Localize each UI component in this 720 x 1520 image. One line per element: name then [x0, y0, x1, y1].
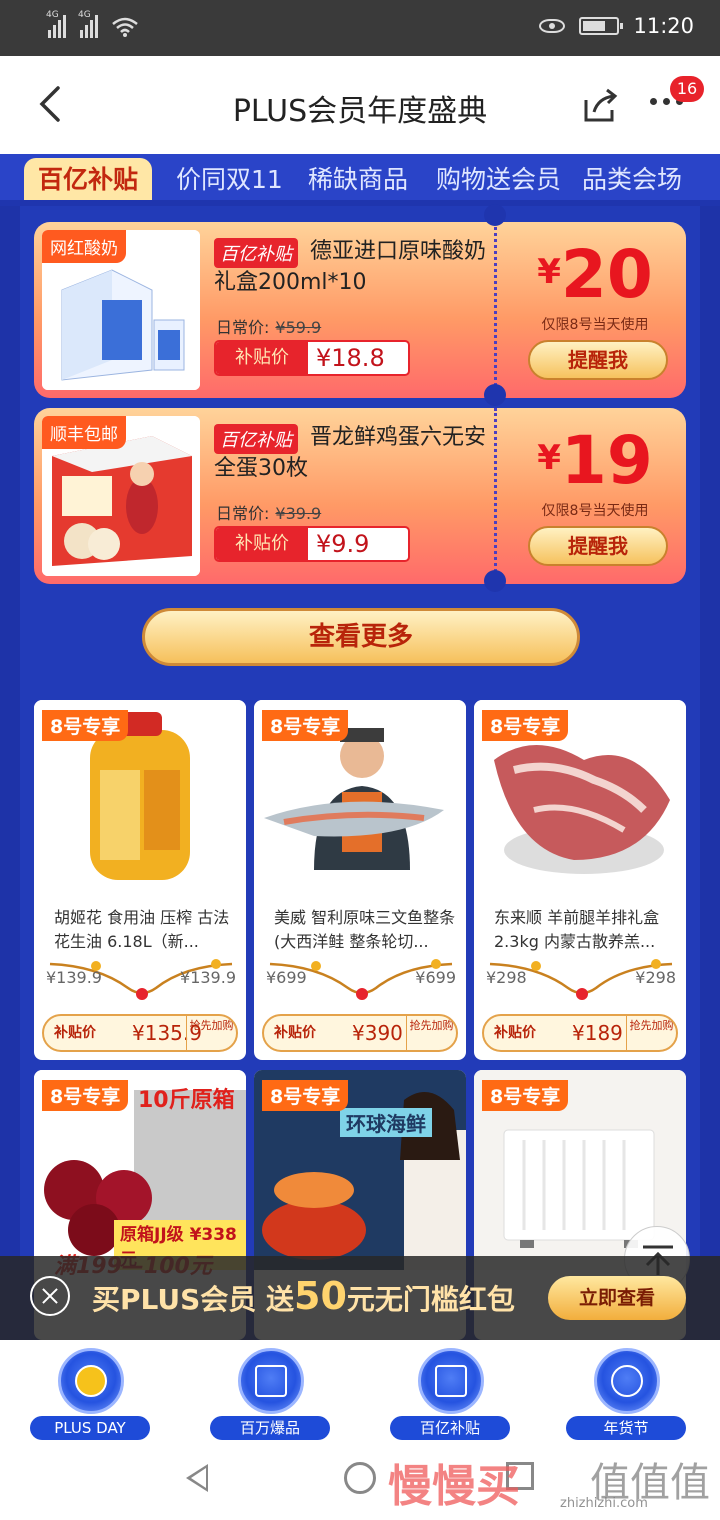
exclusive-badge: 8号专享	[262, 710, 349, 741]
tab-double11[interactable]: 价同双11	[176, 158, 283, 206]
watermark: zhizhizhi.com	[560, 1496, 648, 1511]
add-to-cart-button[interactable]: 抢先加购	[406, 1016, 456, 1050]
product-image: 顺丰包邮	[42, 416, 200, 576]
remind-button[interactable]: 提醒我	[528, 526, 668, 566]
coupon-amount: ¥19	[537, 422, 653, 499]
image-caption: 10斤原箱	[138, 1088, 235, 1113]
app-header: PLUS会员年度盛典 16	[0, 56, 720, 154]
view-now-button[interactable]: 立即查看	[548, 1276, 686, 1320]
price-before: ¥699	[266, 968, 307, 987]
newyear-icon	[594, 1348, 660, 1414]
original-price: 日常价: ¥59.9	[216, 318, 322, 337]
coupon-icon	[418, 1348, 484, 1414]
status-bar: 4G 4G 11:20	[0, 0, 720, 56]
nav-plus-day[interactable]: PLUS DAY	[20, 1346, 160, 1440]
wifi-icon	[112, 17, 138, 37]
subsidy-price-pill[interactable]: 补贴价 ¥189 抢先加购	[482, 1014, 678, 1052]
nav-subsidy[interactable]: 百亿补贴	[380, 1346, 520, 1440]
product-card[interactable]: 8号专享 东来顺 羊前腿羊排礼盒2.3kg 内蒙古散养羔... ¥298 ¥29…	[474, 700, 686, 1060]
original-price: 日常价: ¥39.9	[216, 504, 322, 523]
product-card[interactable]: 8号专享 胡姬花 食用油 压榨 古法花生油 6.18L（新... ¥139.9 …	[34, 700, 246, 1060]
subsidy-label: 百亿补贴	[214, 424, 298, 454]
subsidy-price-pill[interactable]: 补贴价 ¥390 抢先加购	[262, 1014, 458, 1052]
coupon-amount: ¥20	[537, 236, 653, 313]
coupon-notch	[484, 384, 506, 406]
see-more-button[interactable]: 查看更多	[142, 608, 580, 666]
price-after: ¥298	[635, 968, 676, 987]
price-before: ¥139.9	[46, 968, 102, 987]
image-caption: 环球海鲜	[340, 1108, 432, 1137]
exclusive-badge: 8号专享	[482, 710, 569, 741]
subsidy-label: 百亿补贴	[214, 238, 298, 268]
coupon-divider	[494, 408, 497, 584]
subsidy-price: 补贴价 ¥18.8	[214, 340, 410, 376]
remind-button[interactable]: 提醒我	[528, 340, 668, 380]
back-icon[interactable]	[186, 1464, 208, 1492]
exclusive-badge: 8号专享	[262, 1080, 349, 1111]
add-to-cart-button[interactable]: 抢先加购	[626, 1016, 676, 1050]
eye-comfort-icon	[539, 19, 566, 33]
crown-icon	[58, 1348, 124, 1414]
product-title: 东来顺 羊前腿羊排礼盒2.3kg 内蒙古散养羔...	[494, 908, 660, 951]
tab-gift-membership[interactable]: 购物送会员	[436, 158, 561, 206]
membership-promo-banner: 买PLUS会员 送50元无门槛红包 立即查看	[0, 1256, 720, 1340]
box-icon	[238, 1348, 304, 1414]
exclusive-badge: 8号专享	[482, 1080, 569, 1111]
coupon-notch	[484, 204, 506, 226]
coupon-limit: 仅限8号当天使用	[541, 503, 649, 519]
close-icon[interactable]	[30, 1276, 70, 1316]
nav-hot-products[interactable]: 百万爆品	[200, 1346, 340, 1440]
promo-text: 买PLUS会员 送50元无门槛红包	[92, 1274, 515, 1318]
tab-category[interactable]: 品类会场	[582, 158, 682, 206]
price-after: ¥699	[415, 968, 456, 987]
bottom-navigation: PLUS DAY 百万爆品 百亿补贴 年货节	[0, 1340, 720, 1440]
price-before: ¥298	[486, 968, 527, 987]
notification-badge: 16	[670, 76, 704, 102]
category-tabs: 百亿补贴 价同双11 稀缺商品 购物送会员 品类会场	[0, 154, 720, 206]
product-card[interactable]: 8号专享 美威 智利原味三文鱼整条(大西洋鲑 整条轮切... ¥699 ¥699…	[254, 700, 466, 1060]
exclusive-badge: 8号专享	[42, 710, 129, 741]
signal-indicators: 4G 4G	[46, 10, 138, 38]
coupon-notch	[484, 570, 506, 592]
tab-subsidy[interactable]: 百亿补贴	[24, 158, 153, 206]
deal-tag: 网红酸奶	[42, 230, 126, 263]
deal-tag: 顺丰包邮	[42, 416, 126, 449]
nav-new-year-festival[interactable]: 年货节	[556, 1346, 696, 1440]
subsidy-price-pill[interactable]: 补贴价 ¥135.9 抢先加购	[42, 1014, 238, 1052]
coupon-divider	[494, 222, 497, 398]
product-title: 胡姬花 食用油 压榨 古法花生油 6.18L（新...	[54, 908, 230, 951]
deal-card[interactable]: 顺丰包邮 晋龙鲜鸡蛋六无安全蛋30枚 百亿补贴 日常价: ¥39.9 补贴价 ¥9…	[34, 408, 686, 584]
battery-icon	[579, 17, 624, 35]
price-after: ¥139.9	[180, 968, 236, 987]
clock: 11:20	[633, 14, 694, 38]
product-image: 网红酸奶	[42, 230, 200, 390]
deal-card[interactable]: 网红酸奶 德亚进口原味酸奶礼盒200ml*10 百亿补贴 日常价: ¥59.9 补…	[34, 222, 686, 398]
subsidy-price: 补贴价 ¥9.9	[214, 526, 410, 562]
product-title: 美威 智利原味三文鱼整条(大西洋鲑 整条轮切...	[274, 908, 456, 951]
exclusive-badge: 8号专享	[42, 1080, 129, 1111]
add-to-cart-button[interactable]: 抢先加购	[186, 1016, 236, 1050]
system-navigation-bar: 慢慢买 值值值 zhizhizhi.com	[0, 1440, 720, 1520]
share-icon[interactable]	[580, 86, 620, 126]
watermark: 慢慢买	[388, 1461, 520, 1512]
tab-scarce[interactable]: 稀缺商品	[308, 158, 408, 206]
signal-icon: 4G	[46, 10, 66, 38]
home-icon[interactable]	[344, 1462, 376, 1494]
signal-icon: 4G	[78, 10, 98, 38]
coupon-limit: 仅限8号当天使用	[541, 317, 649, 333]
